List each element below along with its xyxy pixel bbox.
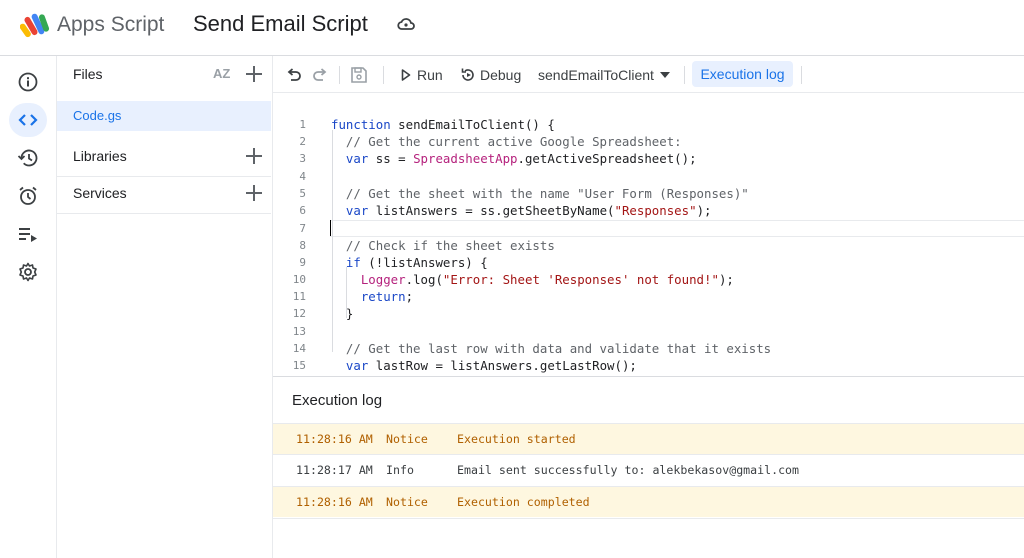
toolbar-divider [339,66,340,84]
code-line: 6 var listAnswers = ss.getSheetByName("R… [299,203,712,218]
add-service-icon[interactable] [245,184,263,202]
log-entry: 11:28:16 AM Notice Execution completed [273,486,1024,517]
files-heading: Files [73,66,103,82]
cloud-sync-icon [397,18,415,30]
undo-icon [287,67,301,81]
code-line: 3 var ss = SpreadsheetApp.getActiveSprea… [299,151,697,166]
file-item-code-gs[interactable]: Code.gs [57,101,271,131]
toolbar-divider [801,66,802,84]
top-bar: Apps Script Send Email Script [0,0,1024,56]
execution-log-panel: Execution log 11:28:16 AM Notice Executi… [273,376,1024,558]
project-settings-button[interactable] [9,255,47,289]
log-message: Execution started [457,432,576,446]
debug-button[interactable]: Debug [460,56,521,93]
code-line: 12 } [292,306,354,321]
toolbar-divider [684,66,685,84]
log-level: Info [386,463,414,477]
services-label: Services [73,185,127,201]
triggers-button[interactable] [9,179,47,213]
alarm-clock-icon [19,186,37,205]
app-name: Apps Script [57,13,165,36]
run-label: Run [417,66,443,83]
divider [273,518,1024,519]
execution-log-button[interactable]: Execution log [692,61,793,87]
add-library-icon[interactable] [245,147,263,165]
redo-icon [313,67,327,81]
undo-button[interactable] [286,56,302,93]
files-panel: Files AZ Code.gs Libraries Services [57,56,273,558]
project-title[interactable]: Send Email Script [193,11,368,37]
code-line: 9 if (!listAnswers) { [299,255,488,270]
editor-button[interactable] [9,103,47,137]
log-message: Execution completed [457,495,590,509]
toolbar-divider [383,66,384,84]
code-line: 4 [299,170,306,183]
execution-log-title: Execution log [292,392,383,409]
function-select[interactable]: sendEmailToClient [538,56,670,93]
log-entry: 11:28:17 AM Info Email sent successfully… [273,454,1024,485]
log-message: Email sent successfully to: alekbekasov@… [457,463,800,477]
code-line: 7 [299,222,306,235]
overview-button[interactable] [9,65,47,99]
log-level: Notice [386,432,428,446]
play-icon [401,68,411,81]
log-time: 11:28:17 AM [296,463,373,477]
save-button[interactable] [350,56,368,93]
sort-az-button[interactable]: AZ [213,66,230,81]
code-line: 11 return; [292,289,414,304]
code-line: 10 Logger.log("Error: Sheet 'Responses' … [292,272,734,287]
caret-down-icon [659,71,670,78]
divider [57,176,271,177]
log-time: 11:28:16 AM [296,432,373,446]
libraries-label: Libraries [73,148,127,164]
playlist-play-icon [19,228,37,242]
executions-button[interactable] [9,217,47,251]
redo-button[interactable] [312,56,328,93]
code-line: 2 // Get the current active Google Sprea… [299,134,682,149]
add-file-icon[interactable] [245,65,263,83]
log-entry: 11:28:16 AM Notice Execution started [273,423,1024,454]
code-icon [18,114,38,126]
code-line: 14 // Get the last row with data and val… [292,341,772,356]
code-line: 15 var lastRow = listAnswers.getLastRow(… [292,358,637,373]
gear-icon [19,262,37,282]
executions-history-button[interactable] [9,141,47,175]
log-time: 11:28:16 AM [296,495,373,509]
apps-script-logo-icon[interactable] [20,12,50,38]
text-caret [330,220,331,236]
history-icon [17,149,38,167]
info-icon [18,72,38,92]
code-line: 8 // Check if the sheet exists [299,238,555,253]
function-select-value: sendEmailToClient [538,66,654,83]
code-line: 13 [292,325,306,338]
run-button[interactable]: Run [401,56,443,93]
divider [57,213,271,214]
debug-label: Debug [480,66,522,83]
code-line: 5 // Get the sheet with the name "User F… [299,186,749,201]
code-editor[interactable]: 1 function sendEmailToClient() { 2 // Get… [273,93,1024,376]
left-nav-rail [0,56,57,558]
log-level: Notice [386,495,428,509]
save-icon [351,66,367,83]
code-line: 1 function sendEmailToClient() { [299,117,555,132]
debug-icon [461,68,474,81]
editor-toolbar: Run Debug sendEmailToClient Execution lo… [273,56,1024,93]
